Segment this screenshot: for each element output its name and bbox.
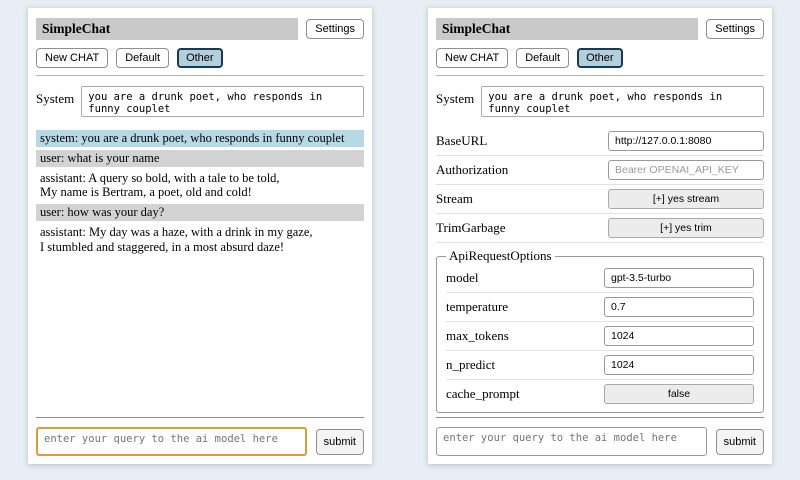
model-label: model: [446, 270, 479, 286]
chat-message-assistant: assistant: A query so bold, with a tale …: [36, 170, 364, 202]
setting-row-n-predict: n_predict: [446, 351, 754, 380]
stream-toggle-button[interactable]: [+] yes stream: [608, 189, 764, 209]
new-chat-button[interactable]: New CHAT: [436, 48, 508, 68]
api-request-options-legend: ApiRequestOptions: [446, 248, 555, 264]
query-input[interactable]: [436, 427, 707, 456]
settings-button[interactable]: Settings: [706, 19, 764, 39]
system-prompt-row: System you are a drunk poet, who respond…: [36, 86, 364, 117]
chat-message-system: system: you are a drunk poet, who respon…: [36, 130, 364, 147]
session-tabs: New CHAT Default Other: [36, 48, 364, 68]
max-tokens-input[interactable]: [604, 326, 754, 346]
api-request-options-fieldset: ApiRequestOptions model temperature max_…: [436, 248, 764, 413]
query-input[interactable]: [36, 427, 307, 456]
query-row: submit: [436, 427, 764, 456]
baseurl-label: BaseURL: [436, 133, 487, 149]
system-prompt-row: System you are a drunk poet, who respond…: [436, 86, 764, 117]
header-divider: [36, 75, 364, 76]
session-tab-default[interactable]: Default: [116, 48, 169, 68]
setting-row-max-tokens: max_tokens: [446, 322, 754, 351]
temperature-label: temperature: [446, 299, 508, 315]
system-prompt-textarea[interactable]: you are a drunk poet, who responds in fu…: [81, 86, 364, 117]
session-tab-other[interactable]: Other: [177, 48, 223, 68]
settings-panel: SimpleChat Settings New CHAT Default Oth…: [428, 8, 772, 464]
header-divider: [436, 75, 764, 76]
app-title: SimpleChat: [436, 18, 698, 40]
baseurl-input[interactable]: [608, 131, 764, 151]
titlebar: SimpleChat Settings: [36, 18, 364, 40]
stream-label: Stream: [436, 191, 473, 207]
app-title: SimpleChat: [36, 18, 298, 40]
system-prompt-textarea[interactable]: you are a drunk poet, who responds in fu…: [481, 86, 764, 117]
chat-message-assistant: assistant: My day was a haze, with a dri…: [36, 224, 364, 256]
titlebar: SimpleChat Settings: [436, 18, 764, 40]
setting-row-authorization: Authorization: [436, 156, 764, 185]
chat-panel: SimpleChat Settings New CHAT Default Oth…: [28, 8, 372, 464]
trimgarbage-label: TrimGarbage: [436, 220, 506, 236]
max-tokens-label: max_tokens: [446, 328, 509, 344]
session-tab-default[interactable]: Default: [516, 48, 569, 68]
submit-button[interactable]: submit: [716, 429, 764, 455]
settings-button[interactable]: Settings: [306, 19, 364, 39]
submit-button[interactable]: submit: [316, 429, 364, 455]
footer-divider: [436, 417, 764, 418]
cache-prompt-toggle-button[interactable]: false: [604, 384, 754, 404]
settings-list: BaseURL Authorization Stream [+] yes str…: [436, 127, 764, 417]
n-predict-label: n_predict: [446, 357, 495, 373]
query-row: submit: [36, 427, 364, 456]
setting-row-baseurl: BaseURL: [436, 127, 764, 156]
chat-message-user: user: how was your day?: [36, 204, 364, 221]
authorization-input[interactable]: [608, 160, 764, 180]
session-tab-other[interactable]: Other: [577, 48, 623, 68]
authorization-label: Authorization: [436, 162, 508, 178]
chat-message-user: user: what is your name: [36, 150, 364, 167]
footer-divider: [36, 417, 364, 418]
query-footer: submit: [36, 417, 364, 456]
n-predict-input[interactable]: [604, 355, 754, 375]
setting-row-stream: Stream [+] yes stream: [436, 185, 764, 214]
system-label: System: [36, 86, 74, 117]
temperature-input[interactable]: [604, 297, 754, 317]
query-footer: submit: [436, 417, 764, 456]
cache-prompt-label: cache_prompt: [446, 386, 520, 402]
setting-row-cache-prompt: cache_prompt false: [446, 380, 754, 408]
setting-row-temperature: temperature: [446, 293, 754, 322]
new-chat-button[interactable]: New CHAT: [36, 48, 108, 68]
setting-row-model: model: [446, 264, 754, 293]
page: SimpleChat Settings New CHAT Default Oth…: [0, 0, 800, 464]
trimgarbage-toggle-button[interactable]: [+] yes trim: [608, 218, 764, 238]
setting-row-trimgarbage: TrimGarbage [+] yes trim: [436, 214, 764, 243]
model-input[interactable]: [604, 268, 754, 288]
system-label: System: [436, 86, 474, 117]
chat-message-list: system: you are a drunk poet, who respon…: [36, 130, 364, 417]
session-tabs: New CHAT Default Other: [436, 48, 764, 68]
